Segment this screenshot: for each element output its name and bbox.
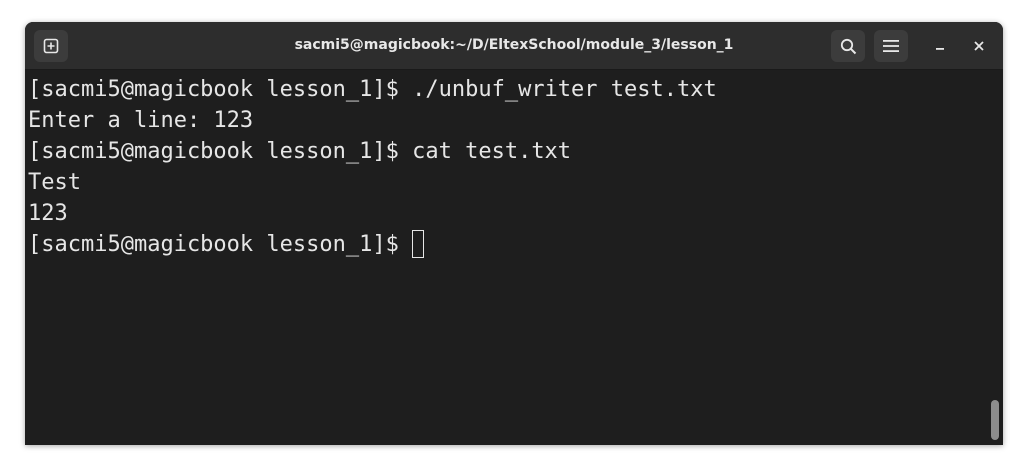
close-icon [974, 41, 984, 51]
menu-button[interactable] [874, 30, 908, 62]
new-tab-icon [43, 38, 59, 54]
scrollbar-thumb[interactable] [991, 400, 999, 440]
search-button[interactable] [831, 30, 865, 62]
minimize-icon [936, 48, 944, 50]
terminal-line: 123 [28, 201, 68, 226]
minimize-button[interactable] [927, 33, 953, 59]
terminal-output[interactable]: [sacmi5@magicbook lesson_1]$ ./unbuf_wri… [25, 70, 985, 445]
hamburger-menu-icon [883, 40, 899, 52]
terminal-line: [sacmi5@magicbook lesson_1]$ cat test.tx… [28, 139, 572, 164]
terminal-line: Enter a line: 123 [28, 108, 254, 133]
text-cursor [412, 229, 425, 258]
terminal-window: sacmi5@magicbook:~/D/EltexSchool/module_… [25, 22, 1003, 445]
terminal-prompt-line: [sacmi5@magicbook lesson_1]$ [28, 229, 985, 260]
header-bar: sacmi5@magicbook:~/D/EltexSchool/module_… [25, 22, 1003, 70]
new-tab-button[interactable] [34, 30, 68, 62]
close-button[interactable] [966, 33, 992, 59]
terminal-line: Test [28, 170, 81, 195]
search-icon [840, 38, 856, 54]
vertical-scrollbar[interactable] [987, 70, 1003, 445]
terminal-line: [sacmi5@magicbook lesson_1]$ ./unbuf_wri… [28, 77, 717, 102]
terminal-prompt: [sacmi5@magicbook lesson_1]$ [28, 232, 413, 257]
